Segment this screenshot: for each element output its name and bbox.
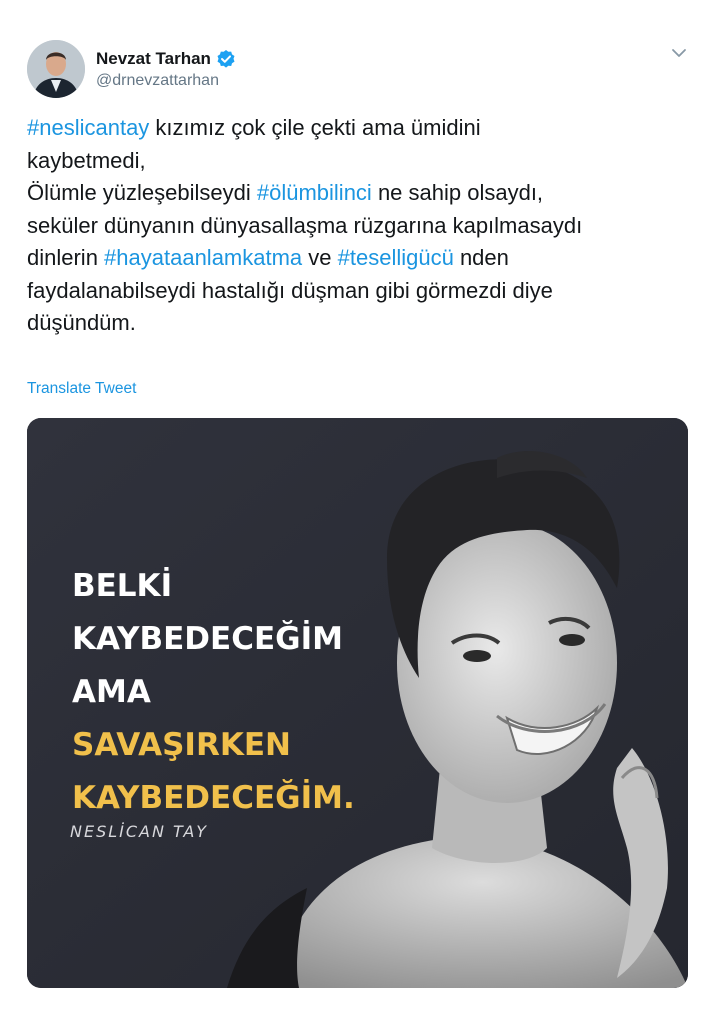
hashtag-link[interactable]: #neslicantay <box>27 115 149 140</box>
tweet-text-segment: kızımız çok çile çekti ama ümidini <box>149 115 481 140</box>
quote-line: AMA <box>72 674 151 710</box>
hashtag-link[interactable]: #teselligücü <box>338 245 454 270</box>
tweet-text-line: #neslicantay kızımız çok çile çekti ama … <box>27 112 697 145</box>
tweet-media-image[interactable]: BELKİ KAYBEDECEĞİM AMA SAVAŞIRKEN KAYBED… <box>27 418 688 988</box>
author-handle[interactable]: @drnevzattarhan <box>96 72 219 90</box>
quote-line-highlight: KAYBEDECEĞİM. <box>72 780 355 816</box>
hashtag-link[interactable]: #hayataanlamkatma <box>104 245 302 270</box>
avatar[interactable] <box>27 40 85 98</box>
tweet-text: #neslicantay kızımız çok çile çekti ama … <box>27 112 697 340</box>
tweet-text-line: Ölümle yüzleşebilseydi #ölümbilinci ne s… <box>27 177 697 210</box>
tweet-text-segment: ne sahip olsaydı, <box>371 180 544 205</box>
tweet-text-segment: kaybetmedi, <box>27 147 146 173</box>
translate-tweet-link[interactable]: Translate Tweet <box>27 380 136 398</box>
tweet-text-segment: düşündüm. <box>27 310 136 335</box>
tweet-text-line: seküler dünyanın dünyasallaşma rüzgarına… <box>27 210 697 243</box>
tweet-text-segment: faydalanabilseydi hastalığı düşman gibi … <box>27 277 553 303</box>
quote-signature: NESLİCAN TAY <box>70 822 209 841</box>
tweet-text-line: kaybetmedi, <box>27 145 697 178</box>
author-display-name[interactable]: Nevzat Tarhan <box>96 49 211 69</box>
verified-badge-icon <box>216 49 236 69</box>
tweet-text-line: dinlerin #hayataanlamkatma ve #teselligü… <box>27 242 697 275</box>
author-name-row: Nevzat Tarhan <box>96 47 236 71</box>
tweet-text-segment: Ölümle yüzleşebilseydi <box>27 180 257 205</box>
tweet-text-segment: ve <box>302 245 338 270</box>
chevron-down-icon[interactable] <box>670 44 688 62</box>
tweet-text-segment: seküler dünyanın dünyasallaşma rüzgarına… <box>27 212 583 238</box>
quote-text: BELKİ KAYBEDECEĞİM AMA SAVAŞIRKEN KAYBED… <box>72 560 355 825</box>
avatar-photo-icon <box>27 40 85 98</box>
tweet-card: Nevzat Tarhan @drnevzattarhan #neslicant… <box>0 0 716 1024</box>
quote-line-highlight: SAVAŞIRKEN <box>72 727 291 763</box>
quote-line: BELKİ <box>72 568 173 604</box>
tweet-text-segment: dinlerin <box>27 245 105 270</box>
tweet-text-line: düşündüm. <box>27 307 697 340</box>
hashtag-link[interactable]: #ölümbilinci <box>257 180 372 205</box>
tweet-text-line: faydalanabilseydi hastalığı düşman gibi … <box>27 275 697 308</box>
quote-line: KAYBEDECEĞİM <box>72 621 343 657</box>
tweet-text-segment: nden <box>453 245 509 270</box>
